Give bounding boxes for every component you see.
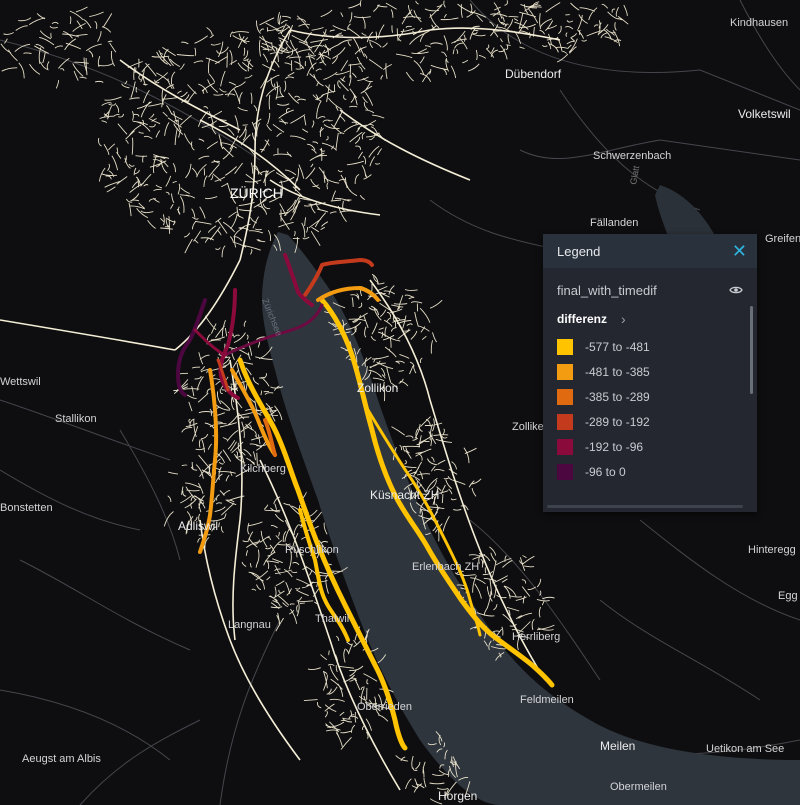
place-label: Kindhausen — [730, 17, 788, 29]
place-label: Obermeilen — [610, 781, 667, 793]
legend-field-name: differenz — [557, 312, 608, 326]
place-label: Aeugst am Albis — [22, 753, 101, 765]
legend-item-label: -96 to 0 — [585, 464, 626, 479]
place-label: Uetikon am See — [706, 743, 784, 755]
legend-item: -192 to -96 — [557, 434, 743, 459]
place-label: Kilchberg — [240, 463, 286, 475]
legend-item-label: -385 to -289 — [585, 389, 650, 404]
place-label: Feldmeilen — [520, 694, 574, 706]
legend-horizontal-scrollbar[interactable] — [547, 505, 743, 508]
legend-title: Legend — [557, 243, 601, 259]
place-label: Fällanden — [590, 217, 638, 229]
legend-body: final_with_timedif differenz › -577 to -… — [543, 268, 757, 494]
place-label: Oberrieden — [357, 701, 412, 713]
place-label: Dübendorf — [505, 67, 562, 81]
place-label: Meilen — [600, 739, 635, 753]
place-label: Küsnacht ZH — [370, 488, 439, 502]
legend-item: -96 to 0 — [557, 459, 743, 484]
legend-item-label: -481 to -385 — [585, 364, 650, 379]
legend-item-label: -192 to -96 — [585, 439, 644, 454]
close-icon[interactable]: ✕ — [732, 242, 747, 260]
place-label: Greifensee — [765, 233, 800, 245]
legend-layer-row: final_with_timedif — [557, 278, 743, 302]
legend-layer-name: final_with_timedif — [557, 282, 657, 298]
place-label: Thalwil — [315, 613, 349, 625]
place-label: Stallikon — [55, 413, 97, 425]
place-label: Wettswil — [0, 376, 41, 388]
place-label: Rüschlikon — [285, 544, 339, 556]
place-label: ZÜRICH — [230, 184, 283, 201]
legend-items: -577 to -481 -481 to -385 -385 to -289 -289… — [557, 334, 743, 484]
legend-item: -289 to -192 — [557, 409, 743, 434]
place-label: Egg — [778, 590, 798, 602]
legend-swatch — [557, 413, 573, 430]
eye-icon[interactable] — [729, 285, 743, 295]
legend-item-label: -289 to -192 — [585, 414, 650, 429]
place-label: Erlenbach ZH — [412, 561, 479, 573]
place-label: Hinteregg — [748, 544, 796, 556]
legend-swatch — [557, 438, 573, 455]
place-label: Bonstetten — [0, 502, 53, 514]
legend-item: -481 to -385 — [557, 359, 743, 384]
legend-swatch — [557, 463, 573, 480]
place-label: Zollikon — [357, 381, 398, 395]
place-label: Langnau — [228, 619, 271, 631]
legend-header: Legend ✕ — [543, 234, 757, 268]
legend-swatch — [557, 363, 573, 380]
legend-swatch — [557, 338, 573, 355]
place-label: Horgen — [438, 789, 477, 803]
place-label: Volketswil — [738, 107, 791, 121]
chevron-right-icon[interactable]: › — [621, 311, 626, 327]
place-label: Herrliberg — [512, 631, 560, 643]
legend-item: -577 to -481 — [557, 334, 743, 359]
legend-panel[interactable]: Legend ✕ final_with_timedif differenz › … — [543, 234, 757, 512]
place-label: Schwerzenbach — [593, 150, 671, 162]
legend-scrollbar[interactable] — [750, 306, 753, 394]
legend-item: -385 to -289 — [557, 384, 743, 409]
legend-field-row[interactable]: differenz › — [557, 304, 743, 334]
legend-swatch — [557, 388, 573, 405]
legend-item-label: -577 to -481 — [585, 339, 650, 354]
place-label: Adliswil — [178, 519, 218, 533]
